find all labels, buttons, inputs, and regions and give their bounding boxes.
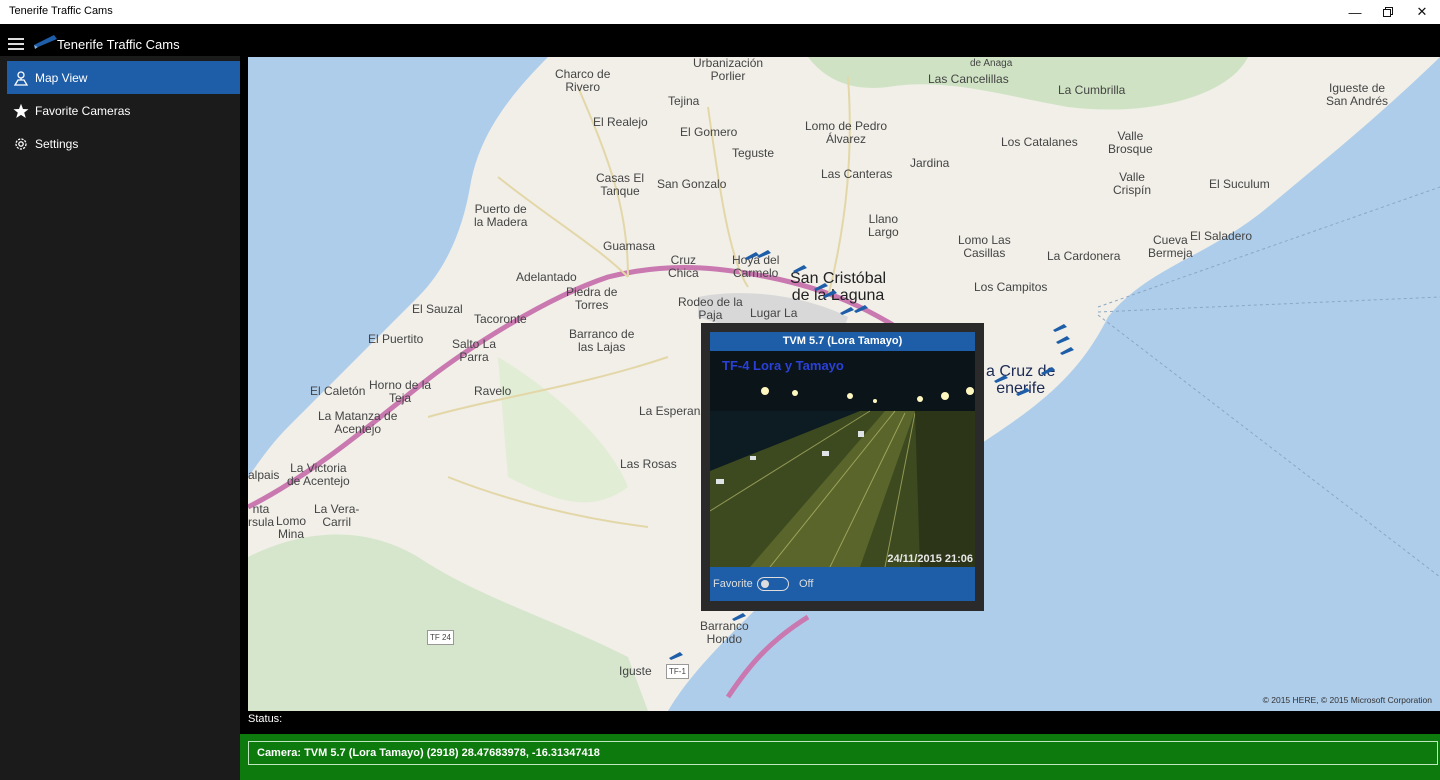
map-label: El Caletón bbox=[310, 384, 366, 398]
camera-image: TF-4 Lora y Tamayo 24/11/2015 21:06 bbox=[710, 351, 975, 567]
map-label: Salto La Parra bbox=[452, 337, 497, 364]
camera-marker-icon[interactable] bbox=[1041, 367, 1055, 375]
map-label: El Gomero bbox=[680, 125, 738, 139]
camera-timestamp: 24/11/2015 21:06 bbox=[887, 553, 973, 565]
map-label: nta rsula bbox=[248, 502, 275, 529]
window-title: Tenerife Traffic Cams bbox=[9, 5, 113, 17]
map-label: Lomo Las Casillas bbox=[958, 233, 1011, 260]
toggle-knob bbox=[761, 580, 769, 588]
map-label: Charco de Rivero bbox=[555, 67, 611, 94]
map-label: Lomo Mina bbox=[276, 514, 307, 541]
camera-marker-icon[interactable] bbox=[1056, 336, 1070, 344]
camera-popup-title: TVM 5.7 (Lora Tamayo) bbox=[710, 332, 975, 351]
map-label: Las Rosas bbox=[620, 457, 677, 471]
nav-item-label: Map View bbox=[35, 70, 88, 85]
map-label: Las Canteras bbox=[821, 167, 893, 181]
sidebar: Map View Favorite Cameras Settings bbox=[0, 56, 240, 780]
map-label: La Matanza de Acentejo bbox=[318, 409, 398, 436]
nav-item-settings[interactable]: Settings bbox=[7, 127, 240, 160]
map-label: El Saladero bbox=[1190, 229, 1253, 243]
camera-marker-icon[interactable] bbox=[1060, 347, 1074, 355]
gear-icon bbox=[7, 136, 35, 152]
map-label: Tejina bbox=[668, 94, 700, 108]
map-label: Llano Largo bbox=[868, 212, 899, 239]
map-label: Las Cancelillas bbox=[928, 72, 1009, 86]
map-label: Igueste de San Andrés bbox=[1326, 81, 1389, 108]
favorite-toggle[interactable] bbox=[757, 577, 789, 591]
camera-marker-icon[interactable] bbox=[1016, 388, 1030, 396]
map-label: alpais bbox=[248, 468, 280, 482]
map-label: Puerto de la Madera bbox=[474, 202, 528, 229]
favorite-toggle-state: Off bbox=[799, 578, 814, 590]
map-label: Cruz Chica bbox=[668, 253, 699, 280]
map-label: El Sauzal bbox=[412, 302, 463, 316]
map-label: Tacoronte bbox=[474, 312, 527, 326]
nav-item-favorite-cameras[interactable]: Favorite Cameras bbox=[7, 94, 240, 127]
camera-marker-icon[interactable] bbox=[1053, 324, 1067, 332]
map-label: Los Campitos bbox=[974, 280, 1048, 294]
road-shield: TF-1 bbox=[666, 664, 689, 679]
camera-marker-icon[interactable] bbox=[994, 375, 1008, 383]
hamburger-icon[interactable] bbox=[8, 38, 24, 50]
map-label: El Puertito bbox=[368, 332, 424, 346]
camera-marker-icon[interactable] bbox=[732, 613, 746, 621]
map-label: San Cristóbal de la Laguna bbox=[790, 270, 887, 304]
map-label: La Victoria de Acentejo bbox=[287, 461, 350, 488]
camera-marker-icon[interactable] bbox=[793, 265, 807, 273]
star-icon bbox=[7, 103, 35, 119]
map-label: Ravelo bbox=[474, 384, 512, 398]
map-label: Adelantado bbox=[516, 270, 577, 284]
map-label: Piedra de Torres bbox=[566, 285, 618, 312]
map-label: Lugar La bbox=[750, 306, 798, 320]
app-title: Tenerife Traffic Cams bbox=[57, 37, 180, 52]
nav-item-label: Favorite Cameras bbox=[35, 103, 131, 118]
camera-logo-icon bbox=[34, 35, 57, 49]
camera-overlay-text: TF-4 Lora y Tamayo bbox=[722, 358, 844, 373]
map-label: Barranco de las Lajas bbox=[569, 327, 635, 354]
favorite-label: Favorite bbox=[713, 578, 753, 590]
map-label: San Gonzalo bbox=[657, 177, 727, 191]
camera-marker-icon[interactable] bbox=[669, 652, 683, 660]
map-label: El Realejo bbox=[593, 115, 648, 129]
status-text: Camera: TVM 5.7 (Lora Tamayo) (2918) 28.… bbox=[248, 741, 1438, 765]
road-shield: TF 24 bbox=[427, 630, 454, 645]
window-titlebar: Tenerife Traffic Cams — ✕ bbox=[0, 0, 1440, 24]
status-bar: Camera: TVM 5.7 (Lora Tamayo) (2918) 28.… bbox=[240, 734, 1440, 780]
map-label: Jardina bbox=[910, 156, 950, 170]
nav-item-label: Settings bbox=[35, 136, 79, 151]
map-label: Horno de la Teja bbox=[369, 378, 432, 405]
camera-marker-icon[interactable] bbox=[854, 305, 868, 313]
close-icon[interactable]: ✕ bbox=[1405, 0, 1439, 24]
map-label: Cueva Bermeja bbox=[1148, 233, 1193, 260]
restore-icon[interactable] bbox=[1371, 0, 1405, 24]
map-label: Guamasa bbox=[603, 239, 656, 253]
minimize-icon[interactable]: — bbox=[1338, 0, 1372, 24]
map-label: Valle Crispín bbox=[1113, 170, 1152, 197]
camera-popup-footer: Favorite Off bbox=[710, 567, 975, 601]
map-label: Teguste bbox=[732, 146, 775, 160]
map-label: La Cardonera bbox=[1047, 249, 1121, 263]
map-label: Lomo de Pedro Álvarez bbox=[805, 119, 888, 146]
camera-marker-icon[interactable] bbox=[757, 250, 771, 258]
map-label: El Suculum bbox=[1209, 177, 1270, 191]
app-header bbox=[0, 24, 1440, 56]
camera-marker-icon[interactable] bbox=[840, 307, 854, 315]
map-pin-icon bbox=[7, 70, 35, 86]
camera-marker-icon[interactable] bbox=[823, 290, 837, 298]
map-label: La Cumbrilla bbox=[1058, 83, 1126, 97]
map-label: La Vera- Carril bbox=[314, 502, 360, 529]
map-label: Rodeo de la Paja bbox=[678, 295, 743, 322]
camera-image-scene bbox=[710, 351, 975, 567]
map-label: Los Catalanes bbox=[1001, 135, 1078, 149]
status-label: Status: bbox=[248, 713, 283, 725]
nav-item-map-view[interactable]: Map View bbox=[7, 61, 240, 94]
map-label: Valle Brosque bbox=[1108, 129, 1153, 156]
map-copyright: © 2015 HERE, © 2015 Microsoft Corporatio… bbox=[1262, 695, 1432, 705]
map-label: Casas El Tanque bbox=[596, 171, 645, 198]
map-label: Urbanización Porlier bbox=[693, 57, 764, 83]
map-label: Barranco Hondo bbox=[700, 619, 749, 646]
camera-popup: TVM 5.7 (Lora Tamayo) TF-4 Lora y Tamayo… bbox=[701, 323, 984, 611]
map-label: Iguste bbox=[619, 664, 652, 678]
map-label: de Anaga bbox=[970, 58, 1013, 69]
